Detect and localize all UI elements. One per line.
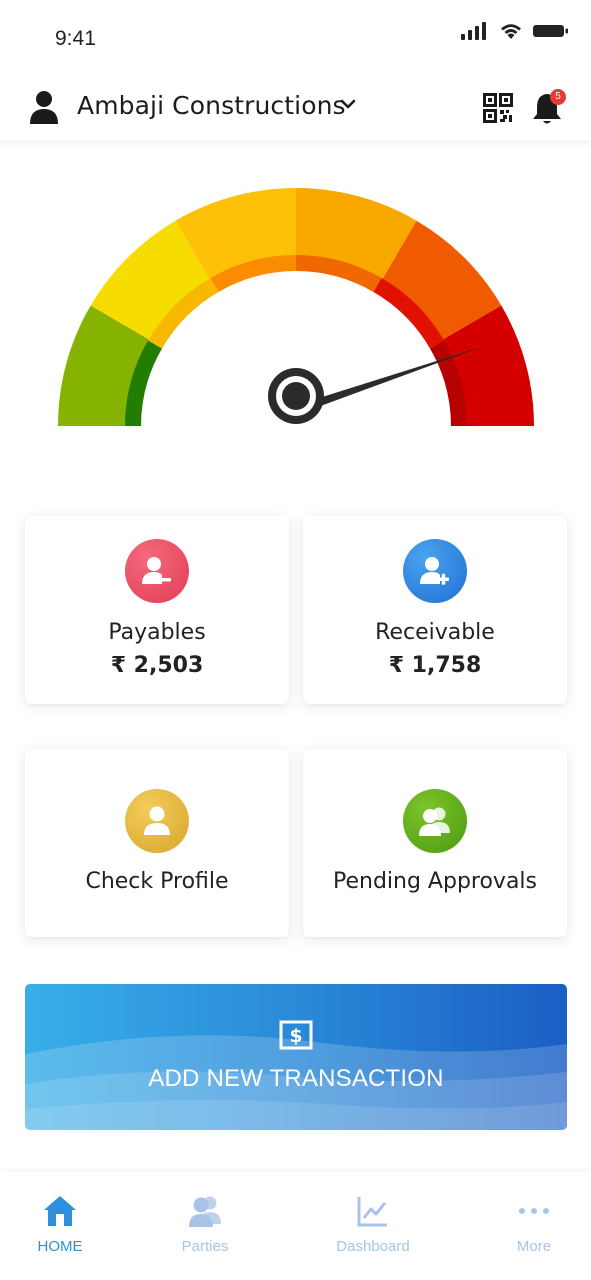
payables-amount: ₹ 2,503 (110, 653, 204, 678)
receivable-card[interactable]: Receivable ₹ 1,758 (303, 516, 567, 704)
notification-badge: 5 (550, 89, 566, 105)
check-profile-label: Check Profile (85, 869, 229, 894)
nav-home[interactable]: HOME (20, 1172, 100, 1280)
nav-home-label: HOME (37, 1238, 83, 1255)
payables-icon (125, 539, 189, 603)
svg-text:$: $ (289, 1025, 302, 1047)
dollar-bill-icon: $ (279, 1020, 313, 1050)
chevron-down-icon[interactable] (340, 98, 356, 110)
status-bar: 9:41 (0, 0, 591, 76)
pending-approvals-icon (403, 789, 467, 853)
group-icon (419, 807, 450, 836)
nav-dashboard[interactable]: Dashboard (333, 1172, 413, 1280)
company-name[interactable]: Ambaji Constructions (77, 91, 346, 120)
signal-icon (461, 22, 486, 40)
receivable-label: Receivable (375, 620, 495, 645)
chart-icon (357, 1197, 387, 1227)
wifi-icon (501, 24, 521, 39)
performance-gauge (57, 187, 534, 426)
receivable-amount: ₹ 1,758 (388, 653, 482, 678)
app-header: Ambaji Constructions 5 (0, 76, 591, 140)
add-new-transaction-label: ADD NEW TRANSACTION (148, 1065, 444, 1092)
bottom-navigation: HOME Parties Dashboard More (0, 1172, 591, 1280)
payables-label: Payables (108, 620, 206, 645)
pending-approvals-label: Pending Approvals (332, 869, 537, 894)
qr-code-icon[interactable] (483, 93, 513, 123)
nav-dashboard-label: Dashboard (336, 1238, 410, 1255)
battery-icon (533, 25, 568, 37)
status-time: 9:41 (55, 27, 96, 50)
user-avatar-icon[interactable] (30, 90, 58, 124)
nav-parties[interactable]: Parties (165, 1172, 245, 1280)
check-profile-icon (125, 789, 189, 853)
profile-icon (144, 806, 170, 835)
user-minus-icon (142, 557, 171, 584)
users-icon (189, 1196, 221, 1227)
user-plus-icon (420, 557, 449, 585)
nav-more[interactable]: More (494, 1172, 574, 1280)
check-profile-card[interactable]: Check Profile (25, 749, 289, 937)
nav-parties-label: Parties (181, 1238, 229, 1255)
status-icons (461, 22, 569, 40)
more-dots-icon (519, 1208, 549, 1214)
home-icon (44, 1196, 76, 1226)
payables-card[interactable]: Payables ₹ 2,503 (25, 516, 289, 704)
pending-approvals-card[interactable]: Pending Approvals (303, 749, 567, 937)
receivable-icon (403, 539, 467, 603)
add-new-transaction-button[interactable]: $ ADD NEW TRANSACTION (25, 984, 567, 1130)
wave-decoration (25, 1035, 567, 1130)
nav-more-label: More (516, 1238, 552, 1255)
